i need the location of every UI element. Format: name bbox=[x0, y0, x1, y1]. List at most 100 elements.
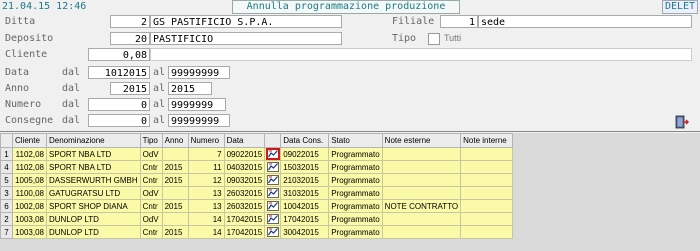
cell-action[interactable] bbox=[264, 225, 282, 239]
ditta-name-field[interactable]: GS PASTIFICIO S.P.A. bbox=[150, 15, 342, 28]
cell-anno[interactable] bbox=[161, 186, 189, 200]
row-number[interactable]: 3 bbox=[0, 186, 13, 200]
cell-anno[interactable]: 2015 bbox=[161, 160, 189, 174]
cell-denominazione[interactable]: SPORT SHOP DIANA bbox=[46, 199, 141, 213]
table-row[interactable]: 2 1003,08 DUNLOP LTD OdV 14 17042015 17042015 P… bbox=[0, 212, 514, 226]
col-header-action[interactable] bbox=[264, 133, 282, 148]
cell-data[interactable]: 09022015 bbox=[223, 147, 266, 161]
cell-data-cons[interactable]: 15032015 bbox=[280, 160, 330, 174]
cell-numero[interactable]: 13 bbox=[187, 199, 225, 213]
table-row[interactable]: 6 1002,08 SPORT SHOP DIANA Cntr 2015 13 260320… bbox=[0, 199, 514, 213]
table-row[interactable]: 7 1003,08 DUNLOP LTD Cntr 2015 14 17042015 3004… bbox=[0, 225, 514, 239]
cell-note-interne[interactable] bbox=[460, 212, 514, 226]
cell-cliente[interactable]: 1102,08 bbox=[12, 147, 47, 161]
cell-numero[interactable]: 14 bbox=[187, 225, 225, 239]
cell-tipo[interactable]: OdV bbox=[139, 186, 163, 200]
cell-tipo[interactable]: Cntr bbox=[139, 173, 163, 187]
cell-note-esterne[interactable] bbox=[381, 212, 462, 226]
col-header-data[interactable]: Data bbox=[223, 133, 266, 148]
cell-numero[interactable]: 12 bbox=[187, 173, 225, 187]
cell-data-cons[interactable]: 10042015 bbox=[280, 199, 330, 213]
table-row[interactable]: 1 1102,08 SPORT NBA LTD OdV 7 09022015 0902201… bbox=[0, 147, 514, 161]
row-number[interactable]: 4 bbox=[0, 160, 13, 174]
col-header-note-interne[interactable]: Note interne bbox=[460, 133, 514, 148]
cell-note-interne[interactable] bbox=[460, 186, 514, 200]
cell-numero[interactable]: 7 bbox=[187, 147, 225, 161]
col-header-cliente[interactable]: Cliente bbox=[12, 133, 47, 148]
cell-anno[interactable] bbox=[161, 212, 189, 226]
col-header-stato[interactable]: Stato bbox=[328, 133, 383, 148]
cell-note-esterne[interactable] bbox=[381, 160, 462, 174]
schedule-chart-icon[interactable] bbox=[266, 175, 279, 185]
cell-data-cons[interactable]: 31032015 bbox=[280, 186, 330, 200]
cell-tipo[interactable]: Cntr bbox=[139, 160, 163, 174]
row-number[interactable]: 6 bbox=[0, 199, 13, 213]
col-header-note-esterne[interactable]: Note esterne bbox=[381, 133, 462, 148]
row-number[interactable]: 5 bbox=[0, 173, 13, 187]
cell-data[interactable]: 09032015 bbox=[223, 173, 266, 187]
cell-stato[interactable]: Programmato bbox=[328, 212, 383, 226]
schedule-chart-icon[interactable] bbox=[265, 148, 280, 160]
row-number[interactable]: 2 bbox=[0, 212, 13, 226]
cell-note-esterne[interactable] bbox=[381, 147, 462, 161]
cell-tipo[interactable]: OdV bbox=[139, 147, 163, 161]
cell-note-interne[interactable] bbox=[460, 173, 514, 187]
cell-data-cons[interactable]: 30042015 bbox=[280, 225, 330, 239]
cell-note-esterne[interactable]: NOTE CONTRATTO bbox=[381, 199, 462, 213]
cell-denominazione[interactable]: DASSERWURTH GMBH bbox=[46, 173, 141, 187]
cell-data-cons[interactable]: 09022015 bbox=[280, 147, 330, 161]
exit-door-icon[interactable] bbox=[675, 114, 689, 129]
col-header-tipo[interactable]: Tipo bbox=[139, 133, 163, 148]
cell-note-interne[interactable] bbox=[460, 160, 514, 174]
filiale-code-field[interactable]: 1 bbox=[440, 15, 478, 28]
cell-cliente[interactable]: 1003,08 bbox=[12, 225, 47, 239]
cell-stato[interactable]: Programmato bbox=[328, 225, 383, 239]
data-al-field[interactable]: 99999999 bbox=[168, 66, 230, 79]
cell-denominazione[interactable]: GATUGRATSU LTD bbox=[46, 186, 141, 200]
deposito-code-field[interactable]: 20 bbox=[110, 32, 150, 45]
cell-action[interactable] bbox=[264, 212, 282, 226]
schedule-chart-icon[interactable] bbox=[266, 188, 279, 198]
cell-action[interactable] bbox=[264, 186, 282, 200]
schedule-chart-icon[interactable] bbox=[266, 227, 279, 237]
col-header-data-cons[interactable]: Data Cons. bbox=[280, 133, 330, 148]
cell-note-interne[interactable] bbox=[460, 199, 514, 213]
table-row[interactable]: 5 1005,08 DASSERWURTH GMBH Cntr 2015 12 090320… bbox=[0, 173, 514, 187]
cell-tipo[interactable]: Cntr bbox=[139, 199, 163, 213]
cell-cliente[interactable]: 1002,08 bbox=[12, 199, 47, 213]
cell-stato[interactable]: Programmato bbox=[328, 147, 383, 161]
cell-anno[interactable]: 2015 bbox=[161, 199, 189, 213]
cell-data[interactable]: 17042015 bbox=[223, 225, 266, 239]
consegne-dal-field[interactable]: 0 bbox=[88, 114, 150, 127]
cell-action[interactable] bbox=[264, 173, 282, 187]
schedule-chart-icon[interactable] bbox=[266, 214, 279, 224]
cell-data[interactable]: 26032015 bbox=[223, 199, 266, 213]
cell-anno[interactable]: 2015 bbox=[161, 225, 189, 239]
cell-cliente[interactable]: 1003,08 bbox=[12, 212, 47, 226]
col-header-denominazione[interactable]: Denominazione bbox=[46, 133, 141, 148]
tipo-checkbox[interactable] bbox=[428, 33, 440, 45]
cell-note-esterne[interactable] bbox=[381, 173, 462, 187]
ditta-code-field[interactable]: 2 bbox=[110, 15, 150, 28]
cell-stato[interactable]: Programmato bbox=[328, 199, 383, 213]
cell-action[interactable] bbox=[264, 160, 282, 174]
cell-stato[interactable]: Programmato bbox=[328, 173, 383, 187]
cell-anno[interactable]: 2015 bbox=[161, 173, 189, 187]
cell-numero[interactable]: 13 bbox=[187, 186, 225, 200]
cell-anno[interactable] bbox=[161, 147, 189, 161]
cell-numero[interactable]: 11 bbox=[187, 160, 225, 174]
cell-stato[interactable]: Programmato bbox=[328, 186, 383, 200]
cell-data-cons[interactable]: 17042015 bbox=[280, 212, 330, 226]
table-row[interactable]: 4 1102,08 SPORT NBA LTD Cntr 2015 11 04032015 1… bbox=[0, 160, 514, 174]
table-row[interactable]: 3 1100,08 GATUGRATSU LTD OdV 13 26032015 31032… bbox=[0, 186, 514, 200]
anno-dal-field[interactable]: 2015 bbox=[110, 82, 150, 95]
cell-note-esterne[interactable] bbox=[381, 225, 462, 239]
consegne-al-field[interactable]: 99999999 bbox=[168, 114, 230, 127]
data-dal-field[interactable]: 1012015 bbox=[88, 66, 150, 79]
deposito-name-field[interactable]: PASTIFICIO bbox=[150, 32, 342, 45]
cell-numero[interactable]: 14 bbox=[187, 212, 225, 226]
row-number[interactable]: 1 bbox=[0, 147, 13, 161]
filiale-name-field[interactable]: sede bbox=[478, 15, 692, 28]
cell-action[interactable] bbox=[264, 147, 282, 161]
cliente-code-field[interactable]: 0,08 bbox=[88, 48, 150, 61]
